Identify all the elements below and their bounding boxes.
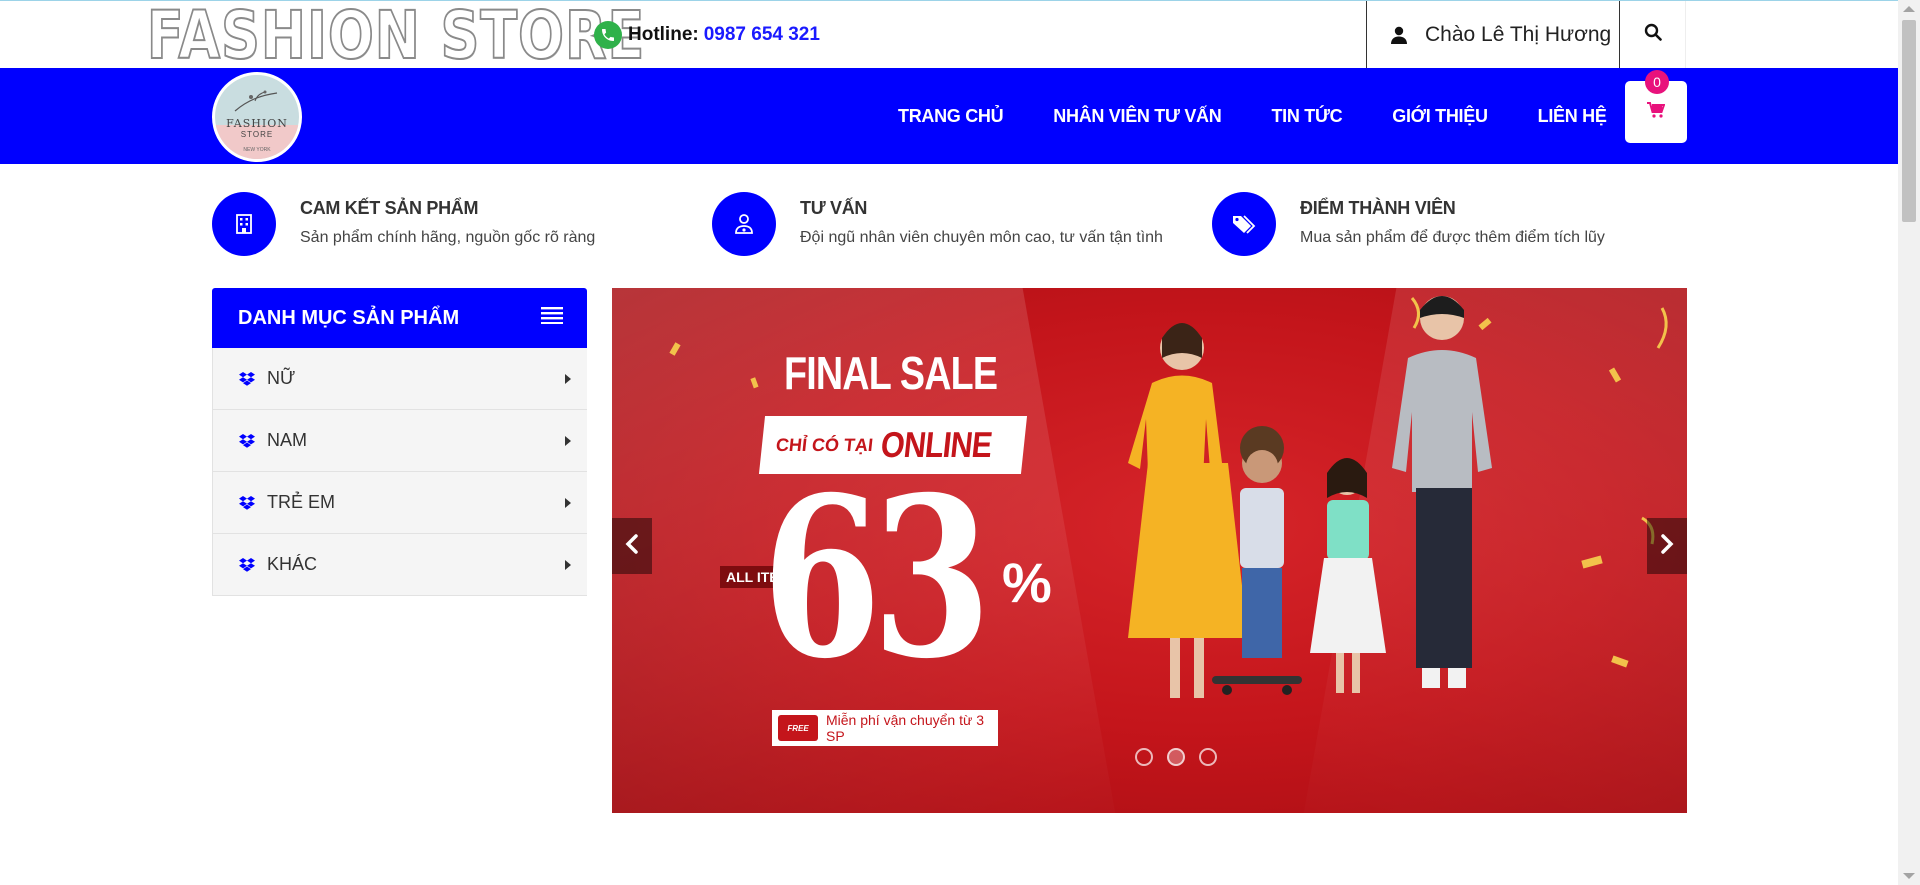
building-icon	[212, 192, 276, 256]
sidebar-item-label: NỮ	[267, 368, 296, 388]
nav-menu: TRANG CHỦ NHÂN VIÊN TƯ VẤN TIN TỨC GIỚI …	[898, 68, 1657, 164]
slider-prev-button[interactable]	[612, 518, 652, 574]
phone-icon	[594, 21, 622, 49]
dropbox-icon	[239, 433, 255, 448]
slider-dots	[1135, 748, 1231, 766]
sidebar-item-kids[interactable]: TRẺ EM	[212, 472, 587, 534]
user-account[interactable]: Chào Lê Thị Hương	[1366, 1, 1620, 68]
discount-percent: 63	[762, 448, 991, 707]
feature-title: CAM KẾT SẢN PHẨM	[300, 198, 479, 218]
dropbox-icon	[239, 371, 255, 386]
hotline: Hotline: 0987 654 321	[594, 21, 820, 49]
sidebar-title: DANH MỤC SẢN PHẨM	[238, 306, 460, 329]
nav-home[interactable]: TRANG CHỦ	[898, 106, 1004, 127]
user-greeting: Chào Lê Thị Hương	[1425, 22, 1612, 46]
caret-right-icon	[565, 368, 571, 389]
nav-consultants[interactable]: NHÂN VIÊN TƯ VẤN	[1053, 106, 1221, 127]
caret-right-icon	[565, 430, 571, 451]
logo-sublabel: STORE	[240, 130, 274, 139]
promo-banner-slider[interactable]: FINAL SALE CHỈ CÓ TẠI ONLINE ALL ITEMS 6…	[612, 288, 1687, 813]
feature-desc: Sản phẩm chính hãng, nguồn gốc rõ ràng	[300, 229, 596, 246]
nav-logo[interactable]: FASHION STORE NEW YORK	[212, 72, 302, 162]
caret-right-icon	[565, 554, 571, 575]
sidebar-item-other[interactable]: KHÁC	[212, 534, 587, 596]
slider-dot[interactable]	[1199, 748, 1217, 766]
feature-title: TƯ VẤN	[800, 198, 868, 218]
store-logo[interactable]: FASHION STORE	[146, 2, 645, 70]
product-category-sidebar: DANH MỤC SẢN PHẨM NỮ NAM TRẺ EM KHÁC	[212, 288, 587, 600]
sidebar-item-women[interactable]: NỮ	[212, 348, 587, 410]
feature-commitment: CAM KẾT SẢN PHẨM Sản phẩm chính hãng, ng…	[212, 192, 595, 256]
sidebar-item-label: NAM	[267, 430, 307, 450]
search-button[interactable]	[1620, 1, 1686, 68]
truck-icon: FREE	[778, 715, 818, 741]
scroll-thumb[interactable]	[1902, 20, 1916, 222]
logo-city: NEW YORK	[243, 147, 271, 153]
dropbox-icon	[239, 495, 255, 510]
list-icon	[541, 306, 563, 330]
store-logo-text: FASHION STORE	[146, 0, 646, 74]
banner-headline: FINAL SALE	[784, 347, 998, 399]
search-icon	[1644, 23, 1662, 46]
slider-dot[interactable]	[1135, 748, 1153, 766]
caret-right-icon	[565, 492, 571, 513]
sidebar-item-men[interactable]: NAM	[212, 410, 587, 472]
nav-about[interactable]: GIỚI THIỆU	[1392, 106, 1488, 127]
feature-consulting: TƯ VẤN Đội ngũ nhân viên chuyên môn cao,…	[712, 192, 1163, 256]
scroll-down-arrow[interactable]	[1903, 873, 1915, 879]
chevron-right-icon	[1660, 533, 1674, 559]
sidebar-item-label: KHÁC	[267, 554, 318, 574]
main-navbar: FASHION STORE NEW YORK TRANG CHỦ NHÂN VI…	[0, 68, 1898, 164]
user-md-icon	[712, 192, 776, 256]
feature-desc: Mua sản phẩm để được thêm điểm tích lũy	[1300, 229, 1605, 246]
feature-member-points: ĐIỂM THÀNH VIÊN Mua sản phẩm để được thê…	[1212, 192, 1605, 256]
logo-label: FASHION	[226, 117, 288, 130]
sidebar-header[interactable]: DANH MỤC SẢN PHẨM	[212, 288, 587, 348]
dropbox-icon	[239, 557, 255, 572]
cart-count-badge: 0	[1645, 70, 1669, 94]
free-shipping-text: Miễn phí vận chuyển từ 3 SP	[826, 712, 985, 744]
logo-branch-graphic	[234, 90, 278, 112]
cart-button[interactable]: 0	[1625, 70, 1687, 143]
slider-dot-active[interactable]	[1167, 748, 1185, 766]
user-icon	[1391, 26, 1407, 44]
nav-contact[interactable]: LIÊN HỆ	[1538, 106, 1607, 127]
feature-title: ĐIỂM THÀNH VIÊN	[1300, 198, 1456, 218]
feature-desc: Đội ngũ nhân viên chuyên môn cao, tư vấn…	[800, 229, 1163, 246]
page-scrollbar[interactable]	[1898, 0, 1920, 885]
shopping-cart-icon	[1647, 101, 1666, 123]
free-shipping-badge: FREE Miễn phí vận chuyển từ 3 SP	[772, 710, 998, 746]
scroll-up-arrow[interactable]	[1903, 6, 1915, 12]
top-bar: FASHION STORE Hotline: 0987 654 321 Chào…	[0, 0, 1898, 70]
sidebar-item-label: TRẺ EM	[267, 492, 336, 512]
tags-icon	[1212, 192, 1276, 256]
slider-next-button[interactable]	[1647, 518, 1687, 574]
hotline-number[interactable]: 0987 654 321	[704, 24, 820, 46]
nav-news[interactable]: TIN TỨC	[1271, 106, 1342, 127]
models-image	[1128, 296, 1492, 698]
chevron-left-icon	[625, 533, 639, 559]
percent-sign: %	[1002, 551, 1052, 614]
hotline-label: Hotline:	[628, 24, 699, 45]
